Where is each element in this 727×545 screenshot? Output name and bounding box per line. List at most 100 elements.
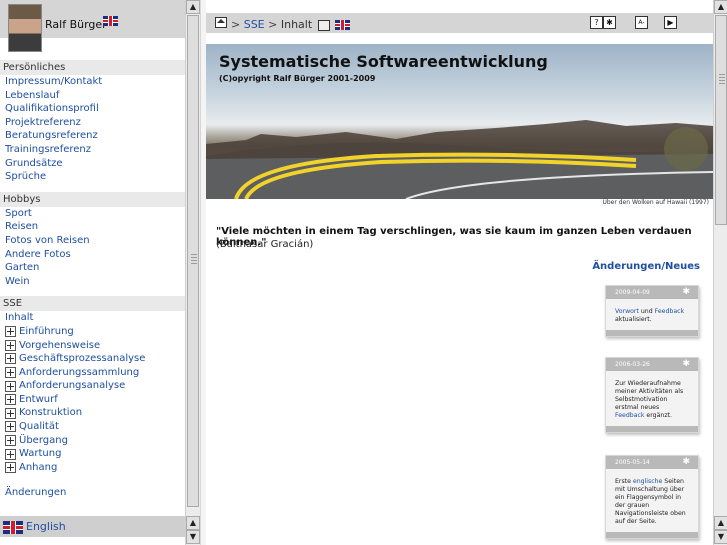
nav-item[interactable]: Wartung	[19, 447, 61, 461]
help-button[interactable]: ?	[590, 16, 603, 29]
expand-plus-icon[interactable]	[5, 394, 16, 406]
breadcrumb-separator: >	[268, 18, 278, 31]
banner-image: Systematische Softwareentwicklung (C)opy…	[206, 44, 713, 199]
language-switch[interactable]: English	[0, 516, 185, 537]
nav-item[interactable]: Projektreferenz	[0, 116, 185, 130]
scroll-down-button[interactable]: ▼	[714, 530, 727, 544]
change-note: 2005-05-14 ✱ Erste englische Seiten mit Um…	[605, 455, 699, 539]
content-scrollbar[interactable]: ▲ ▲ ▼	[713, 0, 727, 545]
nav-item[interactable]: Konstruktion	[19, 406, 82, 420]
nav-item[interactable]: Sprüche	[0, 170, 185, 184]
home-icon[interactable]	[215, 17, 227, 28]
expand-plus-icon[interactable]	[5, 339, 16, 351]
section-title: Hobbys	[0, 191, 185, 207]
expand-plus-icon[interactable]	[5, 380, 16, 392]
note-text: aktualisiert.	[615, 316, 652, 323]
note-date: 2009-04-09	[615, 289, 650, 296]
expand-plus-icon[interactable]	[5, 462, 16, 474]
scrollbar-thumb[interactable]	[187, 15, 199, 507]
nav-item[interactable]: Reisen	[0, 220, 185, 234]
nav-item[interactable]: Geschäftsprozessanalyse	[19, 352, 145, 366]
nav-item[interactable]: Einführung	[19, 325, 74, 339]
grip-icon	[719, 74, 725, 86]
photo-caption: Über den Wolken auf Hawaii (1997)	[602, 199, 709, 206]
breadcrumb: > SSE > Inhalt	[231, 18, 351, 31]
note-link[interactable]: Feedback	[655, 308, 684, 315]
nav-tree-item[interactable]: Einführung	[0, 325, 185, 339]
language-link[interactable]: English	[26, 520, 66, 533]
scroll-down-button[interactable]: ▼	[186, 530, 200, 544]
expand-plus-icon[interactable]	[5, 434, 16, 446]
changes-heading-link[interactable]: Änderungen/Neues	[592, 261, 700, 272]
scroll-up-button[interactable]: ▲	[186, 0, 200, 14]
nav-item[interactable]: Fotos von Reisen	[0, 234, 185, 248]
scroll-up-button[interactable]: ▲	[186, 516, 200, 530]
nav-tree-item[interactable]: Geschäftsprozessanalyse	[0, 352, 185, 366]
note-footer	[606, 426, 698, 432]
nav-item[interactable]: Entwurf	[19, 393, 58, 407]
uk-flag-icon[interactable]	[103, 16, 118, 26]
nav-item[interactable]: Lebenslauf	[0, 89, 185, 103]
note-footer	[606, 330, 698, 336]
note-link[interactable]: Feedback	[615, 412, 644, 419]
nav-item[interactable]: Wein	[0, 275, 185, 289]
uk-flag-icon[interactable]	[335, 20, 351, 30]
expand-plus-icon[interactable]	[5, 366, 16, 378]
nav-item[interactable]: Trainingsreferenz	[0, 143, 185, 157]
note-header: 2009-04-09 ✱	[606, 286, 698, 299]
scroll-up-button[interactable]: ▲	[714, 516, 727, 530]
news-button[interactable]: ✱	[603, 16, 616, 29]
nav-tree-item[interactable]: Anhang	[0, 461, 185, 475]
nav-item[interactable]: Beratungsreferenz	[0, 129, 185, 143]
note-header: 2005-05-14 ✱	[606, 456, 698, 469]
uk-flag-icon[interactable]	[3, 521, 23, 534]
nav-item[interactable]: Qualität	[19, 420, 59, 434]
note-date: 2005-05-14	[615, 459, 650, 466]
expand-plus-icon[interactable]	[5, 407, 16, 419]
nav-item[interactable]: Grundsätze	[0, 157, 185, 171]
note-link[interactable]: Vorwort	[615, 308, 639, 315]
search-button[interactable]: A-	[635, 16, 648, 29]
nav-item[interactable]: Qualifikationsprofil	[0, 102, 185, 116]
print-icon[interactable]	[317, 19, 330, 31]
nav-tree-item[interactable]: Konstruktion	[0, 406, 185, 420]
breadcrumb-sse[interactable]: SSE	[244, 18, 265, 31]
nav-item[interactable]: Übergang	[19, 434, 68, 448]
note-text: Seiten mit Umschaltung über ein Flaggens…	[615, 478, 686, 525]
next-page-button[interactable]: ▶	[664, 16, 677, 29]
expand-plus-icon[interactable]	[5, 421, 16, 433]
left-header: Ralf Bürger	[0, 0, 185, 52]
nav-item[interactable]: Impressum/Kontakt	[0, 75, 185, 89]
nav-tree-item[interactable]: Übergang	[0, 434, 185, 448]
nav-item[interactable]: Andere Fotos	[0, 248, 185, 262]
nav-tree-item[interactable]: Vorgehensweise	[0, 339, 185, 353]
nav-tree-item[interactable]: Entwurf	[0, 393, 185, 407]
nav-tree-item[interactable]: Qualität	[0, 420, 185, 434]
note-link[interactable]: englische	[633, 478, 662, 485]
scrollbar-thumb[interactable]	[715, 15, 727, 225]
nav-item[interactable]: Anforderungsanalyse	[19, 379, 125, 393]
left-scrollbar[interactable]: ▲ ▲ ▼	[185, 0, 200, 545]
scroll-up-button[interactable]: ▲	[714, 0, 727, 14]
expand-plus-icon[interactable]	[5, 448, 16, 460]
nav-item[interactable]: Inhalt	[0, 311, 185, 325]
nav-item[interactable]: Vorgehensweise	[19, 339, 100, 353]
star-icon: ✱	[682, 457, 690, 467]
nav-item[interactable]: Anforderungssammlung	[19, 366, 139, 380]
nav-tree-item[interactable]: Anforderungsanalyse	[0, 379, 185, 393]
nav-item[interactable]: Sport	[0, 207, 185, 221]
note-body: Vorwort und Feedback aktualisiert.	[606, 299, 698, 330]
nav-item[interactable]: Garten	[0, 261, 185, 275]
changes-link[interactable]: Änderungen	[0, 486, 185, 500]
expand-plus-icon[interactable]	[5, 353, 16, 365]
nav-item[interactable]: Anhang	[19, 461, 57, 475]
left-nav: Persönliches Impressum/Kontakt Lebenslauf Q…	[0, 60, 185, 500]
nav-tree-item[interactable]: Anforderungssammlung	[0, 366, 185, 380]
nav-tree-item[interactable]: Wartung	[0, 447, 185, 461]
star-icon: ✱	[682, 287, 690, 297]
breadcrumb-separator: >	[231, 18, 241, 31]
expand-plus-icon[interactable]	[5, 326, 16, 338]
